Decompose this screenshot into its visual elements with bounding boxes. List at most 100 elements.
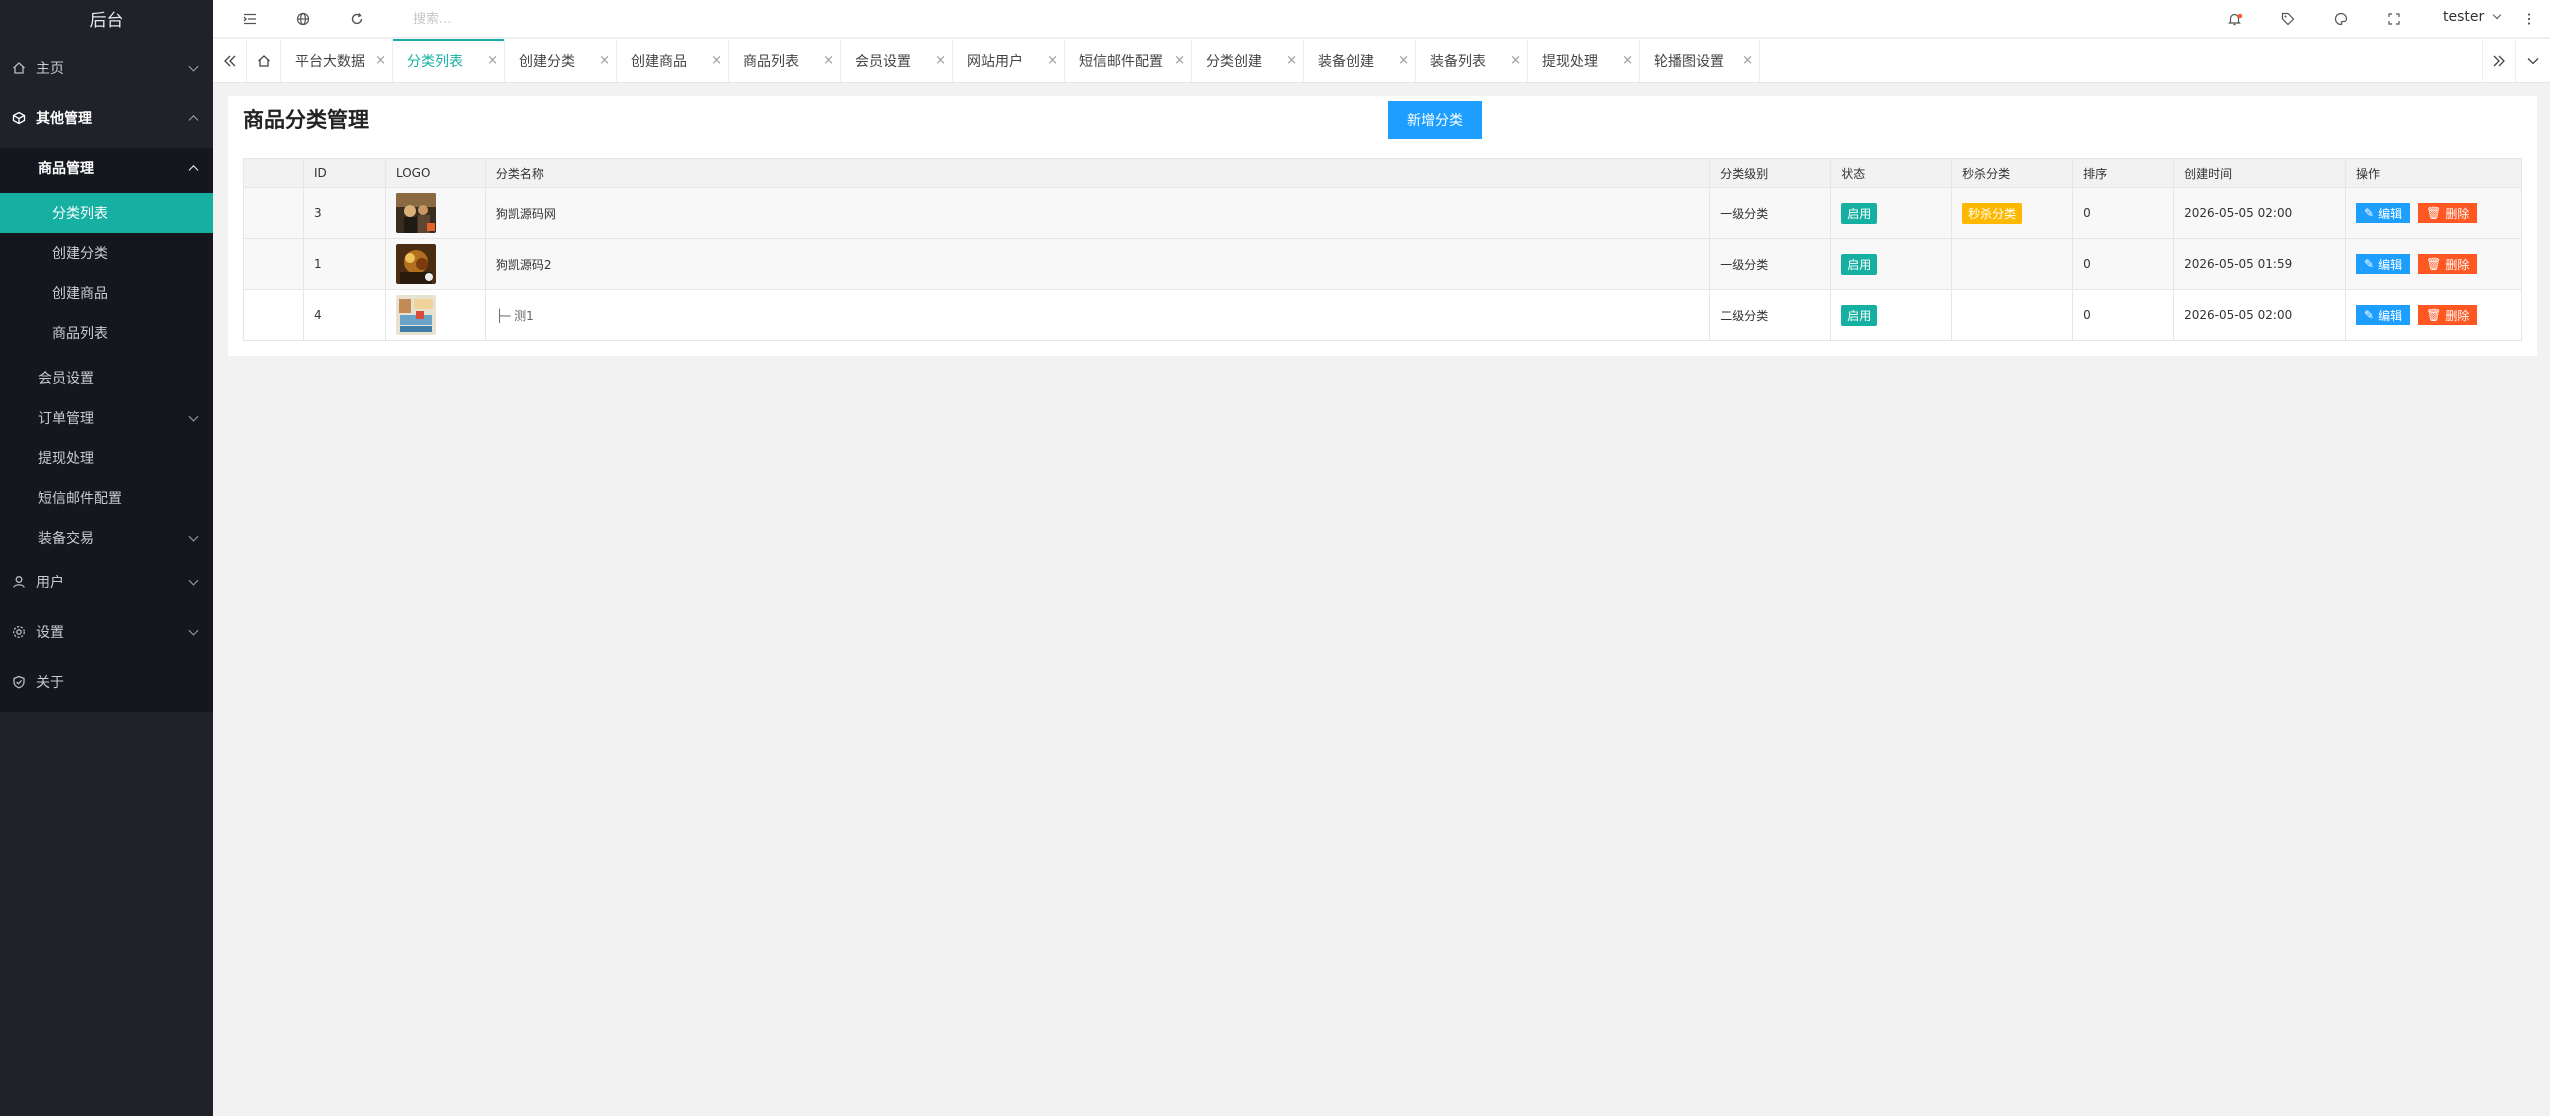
search-input[interactable] (413, 7, 693, 31)
column-header: ID (302, 158, 386, 188)
sidebar-item-users[interactable]: 用户 (0, 565, 213, 599)
tab-equipment-create[interactable]: 装备创建 × (1304, 39, 1416, 82)
cell-seckill (1951, 238, 2074, 290)
tab-platform-data[interactable]: 平台大数据 × (281, 39, 393, 82)
edit-button[interactable]: ✎ 编辑 (2356, 203, 2411, 223)
sidebar-item-sms-email-config[interactable]: 短信邮件配置 (0, 478, 213, 518)
shield-check-icon (12, 675, 26, 689)
table-row: 4 ├─ 测1 二级分类 启用 0 2026-05-05 02:00 ✎ 编辑 … (243, 289, 2522, 341)
username: tester (2443, 9, 2485, 25)
category-logo-image (395, 193, 436, 233)
close-icon[interactable]: × (1398, 53, 1409, 68)
sidebar-item-order-management[interactable]: 订单管理 (0, 398, 213, 438)
globe-icon[interactable] (293, 9, 313, 29)
sidebar-item-goods-management[interactable]: 商品管理 (0, 148, 213, 188)
sidebar-item-label: 短信邮件配置 (38, 491, 122, 507)
cell-logo (384, 187, 486, 239)
tab-equipment-list[interactable]: 装备列表 × (1416, 39, 1528, 82)
edit-button[interactable]: ✎ 编辑 (2356, 254, 2411, 274)
tab-label: 短信邮件配置 (1079, 53, 1163, 70)
cell-sort: 0 (2072, 238, 2175, 290)
tab-category-list[interactable]: 分类列表 × (393, 39, 505, 82)
tab-carousel-settings[interactable]: 轮播图设置 × (1640, 39, 1760, 82)
tab-create-category[interactable]: 创建分类 × (505, 39, 617, 82)
tabs-dropdown-icon[interactable] (2516, 39, 2550, 82)
sidebar-item-label: 商品列表 (52, 326, 108, 342)
cell-level: 二级分类 (1709, 289, 1832, 341)
cell-created: 2026-05-05 02:00 (2173, 289, 2346, 341)
cell-created: 2026-05-05 01:59 (2173, 238, 2346, 290)
tab-label: 装备列表 (1430, 53, 1486, 70)
home-tab-icon[interactable] (247, 39, 281, 82)
edit-button[interactable]: ✎ 编辑 (2356, 305, 2411, 325)
close-icon[interactable]: × (823, 53, 834, 68)
delete-button[interactable]: 🗑 删除 (2418, 254, 2478, 274)
trash-icon: 🗑 (2426, 257, 2442, 271)
tab-sms-email-config[interactable]: 短信邮件配置 × (1065, 39, 1192, 82)
close-icon[interactable]: × (1742, 53, 1753, 68)
fullscreen-icon[interactable] (2384, 9, 2404, 29)
tab-label: 创建分类 (519, 53, 575, 70)
sidebar-item-about[interactable]: 关于 (0, 665, 213, 699)
tab-label: 分类列表 (407, 53, 463, 70)
sidebar-item-equipment-trade[interactable]: 装备交易 (0, 518, 213, 558)
refresh-icon[interactable] (347, 9, 367, 29)
close-icon[interactable]: × (487, 53, 498, 68)
sidebar-item-settings[interactable]: 设置 (0, 615, 213, 649)
bell-icon[interactable] (2225, 9, 2245, 29)
edit-label: 编辑 (2378, 257, 2403, 272)
sidebar-item-create-category[interactable]: 创建分类 (0, 233, 213, 273)
column-header: 状态 (1830, 158, 1953, 188)
page-title: 商品分类管理 (243, 108, 369, 132)
edit-label: 编辑 (2378, 308, 2403, 323)
close-icon[interactable]: × (375, 53, 386, 68)
close-icon[interactable]: × (1286, 53, 1297, 68)
close-icon[interactable]: × (1510, 53, 1521, 68)
sidebar-item-goods-list[interactable]: 商品列表 (0, 313, 213, 353)
category-table: ID LOGO 分类名称 分类级别 状态 秒杀分类 排序 创建时间 操作 3 狗… (243, 158, 2522, 341)
tab-goods-list[interactable]: 商品列表 × (729, 39, 841, 82)
sidebar-item-label: 创建分类 (52, 246, 108, 262)
more-vertical-icon[interactable] (2519, 9, 2539, 29)
close-icon[interactable]: × (1622, 53, 1633, 68)
cell-status: 启用 (1830, 238, 1953, 290)
delete-button[interactable]: 🗑 删除 (2418, 203, 2478, 223)
sidebar-item-create-goods[interactable]: 创建商品 (0, 273, 213, 313)
close-icon[interactable]: × (935, 53, 946, 68)
tag-icon[interactable] (2278, 9, 2298, 29)
sidebar-item-label: 装备交易 (38, 531, 94, 547)
tabs-scroll-left-icon[interactable] (213, 39, 247, 82)
delete-button[interactable]: 🗑 删除 (2418, 305, 2478, 325)
sidebar: 后台 主页 其他管理 商品管理 分类列表 创建分类 创建商品 商品列表 会员设置… (0, 0, 213, 1116)
sidebar-item-withdraw[interactable]: 提现处理 (0, 438, 213, 478)
tab-member-settings[interactable]: 会员设置 × (841, 39, 953, 82)
sidebar-item-home[interactable]: 主页 (0, 51, 213, 85)
column-header: LOGO (384, 158, 486, 188)
menu-fold-icon[interactable] (240, 9, 260, 29)
tab-create-goods[interactable]: 创建商品 × (617, 39, 729, 82)
close-icon[interactable]: × (599, 53, 610, 68)
close-icon[interactable]: × (711, 53, 722, 68)
sidebar-item-label: 其他管理 (36, 111, 92, 127)
tab-category-create[interactable]: 分类创建 × (1192, 39, 1304, 82)
sidebar-item-category-list[interactable]: 分类列表 (0, 193, 213, 233)
close-icon[interactable]: × (1174, 53, 1185, 68)
sidebar-item-member-settings[interactable]: 会员设置 (0, 358, 213, 398)
palette-icon[interactable] (2331, 9, 2351, 29)
pencil-icon: ✎ (2364, 257, 2375, 271)
tabs-scroll-right-icon[interactable] (2482, 39, 2516, 82)
close-icon[interactable]: × (1047, 53, 1058, 68)
chevron-down-icon (188, 61, 199, 72)
tab-label: 会员设置 (855, 53, 911, 70)
gear-icon (12, 625, 26, 639)
sidebar-item-other-management[interactable]: 其他管理 (0, 101, 213, 135)
sidebar-item-label: 用户 (36, 575, 64, 591)
chevron-down-icon (2492, 10, 2501, 20)
user-menu[interactable]: tester (2443, 9, 2501, 25)
chevron-down-icon (188, 411, 199, 422)
add-category-button[interactable]: 新增分类 (1388, 101, 1482, 139)
tab-site-users[interactable]: 网站用户 × (953, 39, 1065, 82)
tab-withdraw[interactable]: 提现处理 × (1528, 39, 1640, 82)
tab-label: 分类创建 (1206, 53, 1262, 70)
sidebar-item-label: 设置 (36, 625, 64, 641)
